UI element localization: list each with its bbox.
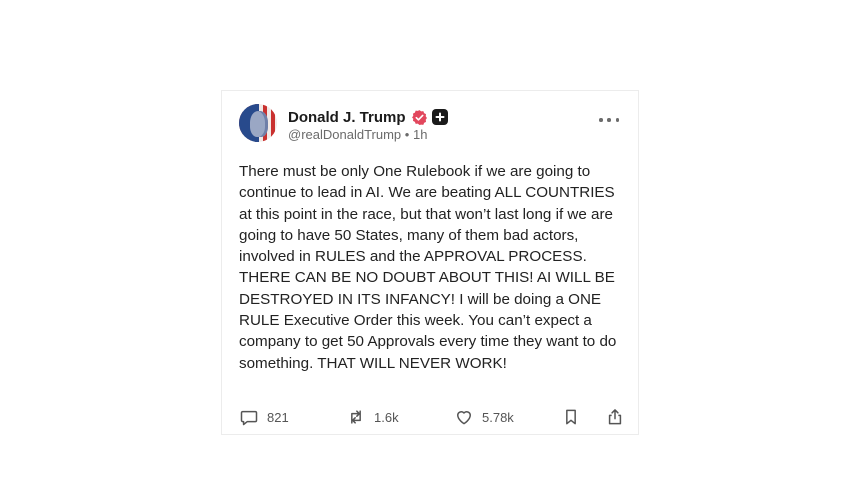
like-button[interactable]: 5.78k xyxy=(454,407,514,427)
share-button[interactable] xyxy=(605,407,625,427)
like-count: 5.78k xyxy=(482,409,514,425)
repost-button[interactable]: 1.6k xyxy=(346,407,399,427)
action-bar: 821 1.6k 5.78k xyxy=(239,407,627,427)
reply-button[interactable]: 821 xyxy=(239,407,289,427)
author-row: Donald J. Trump xyxy=(288,107,448,127)
post-header: Donald J. Trump @realDonaldTrump • 1h xyxy=(239,104,622,144)
repost-icon xyxy=(351,410,361,424)
avatar[interactable] xyxy=(239,104,277,142)
post-text: There must be only One Rulebook if we ar… xyxy=(239,163,617,372)
heart-icon xyxy=(457,411,471,425)
share-icon xyxy=(608,409,622,425)
repost-count: 1.6k xyxy=(374,409,399,425)
author-name[interactable]: Donald J. Trump xyxy=(288,109,406,126)
bookmark-icon xyxy=(566,409,576,425)
post-card: Donald J. Trump @realDonaldTrump • 1h Th… xyxy=(221,90,639,435)
bookmark-button[interactable] xyxy=(561,407,581,427)
verified-badge-icon xyxy=(411,109,428,126)
reply-count: 821 xyxy=(267,409,289,425)
post-time[interactable]: 1h xyxy=(413,127,427,142)
handle-row: @realDonaldTrump • 1h xyxy=(288,127,427,142)
comment-icon xyxy=(240,410,258,426)
avatar-portrait xyxy=(250,111,268,137)
separator-dot: • xyxy=(404,127,410,142)
more-options-icon[interactable] xyxy=(599,116,619,124)
plus-badge-icon xyxy=(431,109,448,125)
author-handle[interactable]: @realDonaldTrump xyxy=(288,127,401,142)
